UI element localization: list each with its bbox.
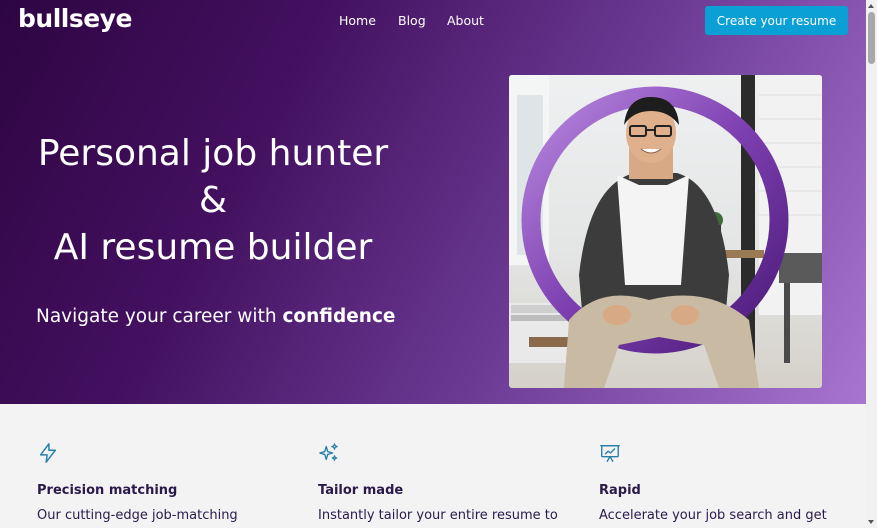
headline-line-1: Personal job hunter <box>37 133 389 174</box>
hero-subline: Navigate your career with confidence <box>36 306 395 327</box>
feature-description: Instantly tailor your entire resume to <box>318 508 558 523</box>
page-scrollbar[interactable] <box>866 0 877 528</box>
feature-title: Rapid <box>599 483 641 498</box>
scrollbar-thumb[interactable] <box>868 12 875 64</box>
nav-about-link[interactable]: About <box>447 13 484 28</box>
feature-title: Tailor made <box>318 483 404 498</box>
logo[interactable]: bullseye <box>18 4 132 33</box>
headline-line-2: & <box>198 180 228 221</box>
hero-headline: Personal job hunter & AI resume builder <box>0 130 426 271</box>
feature-description: Our cutting-edge job-matching <box>37 508 238 523</box>
subline-text: Navigate your career with <box>36 306 283 327</box>
hero-photo <box>509 75 822 388</box>
feature-description: Accelerate your job search and get <box>599 508 827 523</box>
person-illustration <box>509 75 822 388</box>
sparkles-icon <box>319 443 338 461</box>
scroll-down-arrow-icon[interactable] <box>868 520 874 524</box>
presentation-chart-icon <box>600 444 620 462</box>
features-section: Precision matching Our cutting-edge job-… <box>0 404 866 528</box>
subline-emphasis: confidence <box>282 306 396 327</box>
nav-blog-link[interactable]: Blog <box>398 13 426 28</box>
scroll-up-arrow-icon[interactable] <box>868 4 874 8</box>
bolt-icon <box>39 443 57 463</box>
headline-line-3: AI resume builder <box>53 227 373 268</box>
nav-home-link[interactable]: Home <box>339 13 376 28</box>
create-resume-button[interactable]: Create your resume <box>705 6 848 35</box>
hero-section: bullseye Home Blog About Create your res… <box>0 0 866 404</box>
feature-title: Precision matching <box>37 483 178 498</box>
